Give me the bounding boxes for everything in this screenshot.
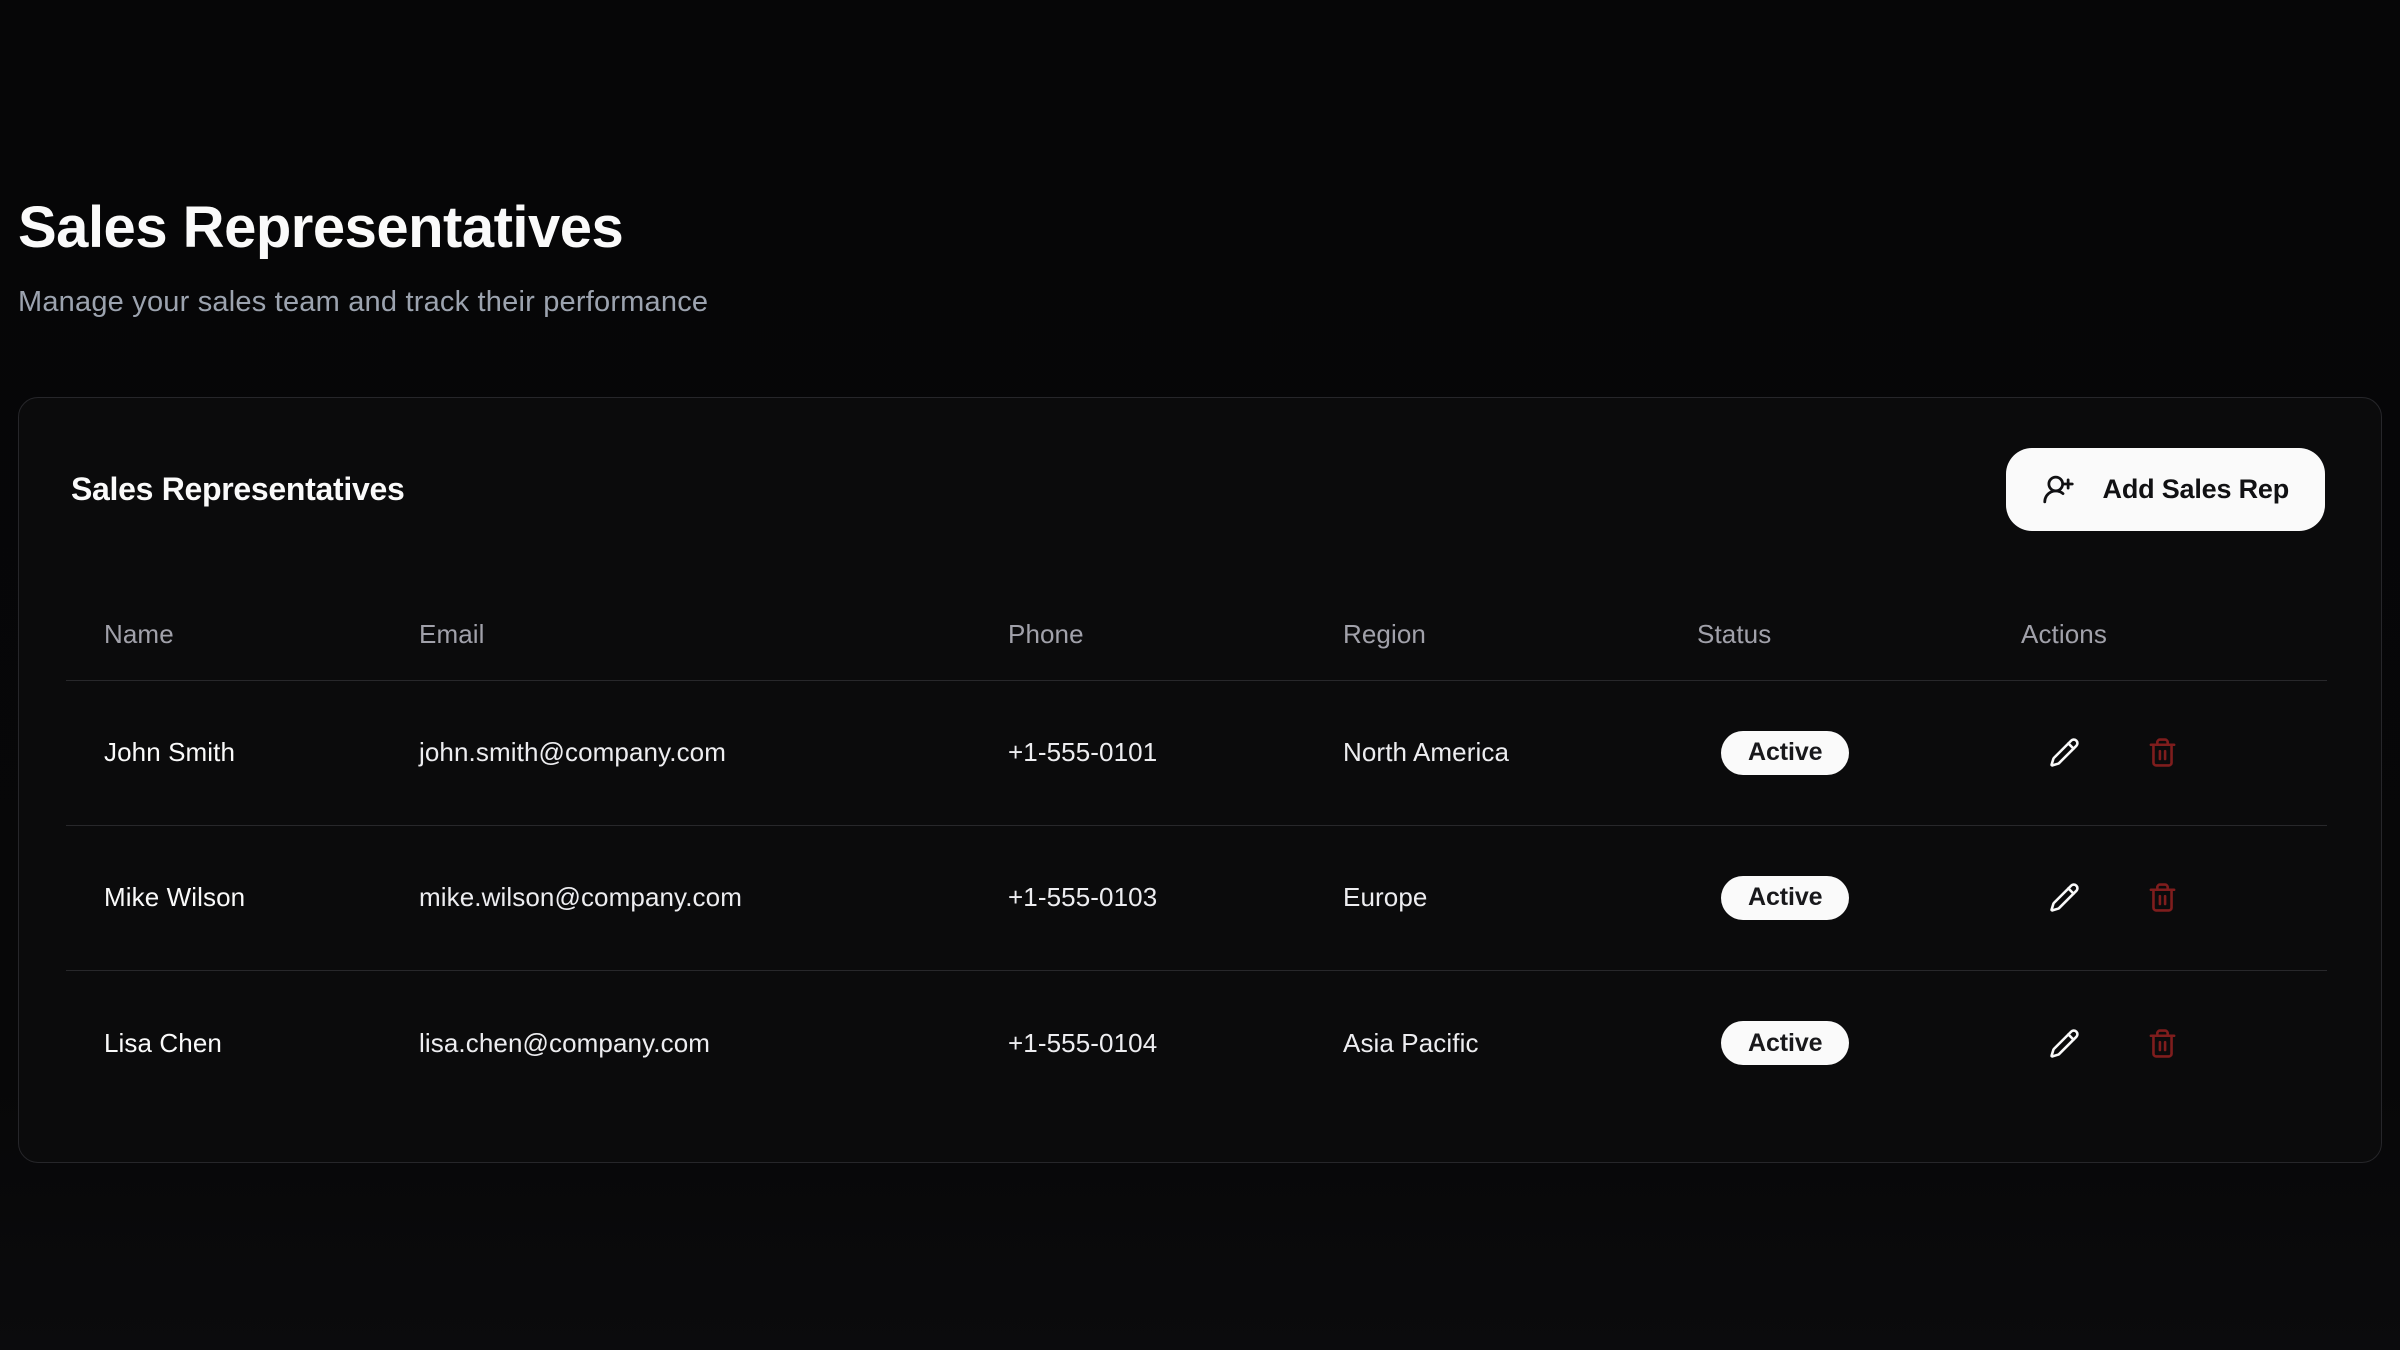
- column-header-phone: Phone: [970, 619, 1305, 680]
- rep-email: mike.wilson@company.com: [381, 882, 970, 913]
- table-row: Lisa Chen lisa.chen@company.com +1-555-0…: [66, 971, 2327, 1116]
- rep-email: john.smith@company.com: [381, 737, 970, 768]
- pencil-icon: [2049, 882, 2080, 913]
- rep-name: Mike Wilson: [66, 882, 381, 913]
- sales-reps-card: Sales Representatives Add Sales Rep Name…: [18, 397, 2382, 1163]
- status-badge: Active: [1721, 1021, 1849, 1065]
- trash-icon: [2147, 882, 2178, 913]
- delete-button[interactable]: [2134, 870, 2190, 926]
- rep-region: North America: [1305, 737, 1659, 768]
- column-header-status: Status: [1659, 619, 1983, 680]
- table-row: John Smith john.smith@company.com +1-555…: [66, 681, 2327, 826]
- user-plus-icon: [2042, 473, 2075, 506]
- card-title: Sales Representatives: [71, 471, 404, 508]
- rep-region: Asia Pacific: [1305, 1028, 1659, 1059]
- sales-reps-table: Name Email Phone Region Status Actions J…: [66, 548, 2327, 1116]
- rep-region: Europe: [1305, 882, 1659, 913]
- rep-name: Lisa Chen: [66, 1028, 381, 1059]
- trash-icon: [2147, 1028, 2178, 1059]
- edit-button[interactable]: [2036, 870, 2092, 926]
- rep-name: John Smith: [66, 737, 381, 768]
- table-row: Mike Wilson mike.wilson@company.com +1-5…: [66, 826, 2327, 971]
- rep-phone: +1-555-0101: [970, 737, 1305, 768]
- page-subtitle: Manage your sales team and track their p…: [18, 286, 2382, 319]
- table-header-row: Name Email Phone Region Status Actions: [66, 548, 2327, 681]
- rep-phone: +1-555-0104: [970, 1028, 1305, 1059]
- page-title: Sales Representatives: [18, 196, 2382, 260]
- column-header-email: Email: [381, 619, 970, 680]
- pencil-icon: [2049, 1028, 2080, 1059]
- column-header-region: Region: [1305, 619, 1659, 680]
- column-header-actions: Actions: [1983, 619, 2327, 680]
- delete-button[interactable]: [2134, 725, 2190, 781]
- rep-email: lisa.chen@company.com: [381, 1028, 970, 1059]
- table-body: John Smith john.smith@company.com +1-555…: [66, 681, 2327, 1116]
- status-badge: Active: [1721, 731, 1849, 775]
- delete-button[interactable]: [2134, 1015, 2190, 1071]
- status-badge: Active: [1721, 876, 1849, 920]
- column-header-name: Name: [66, 619, 381, 680]
- add-sales-rep-button[interactable]: Add Sales Rep: [2006, 448, 2325, 531]
- card-header: Sales Representatives Add Sales Rep: [19, 398, 2381, 531]
- edit-button[interactable]: [2036, 725, 2092, 781]
- trash-icon: [2147, 737, 2178, 768]
- page: Sales Representatives Manage your sales …: [0, 0, 2400, 1163]
- pencil-icon: [2049, 737, 2080, 768]
- edit-button[interactable]: [2036, 1015, 2092, 1071]
- add-sales-rep-button-label: Add Sales Rep: [2103, 474, 2289, 505]
- rep-phone: +1-555-0103: [970, 882, 1305, 913]
